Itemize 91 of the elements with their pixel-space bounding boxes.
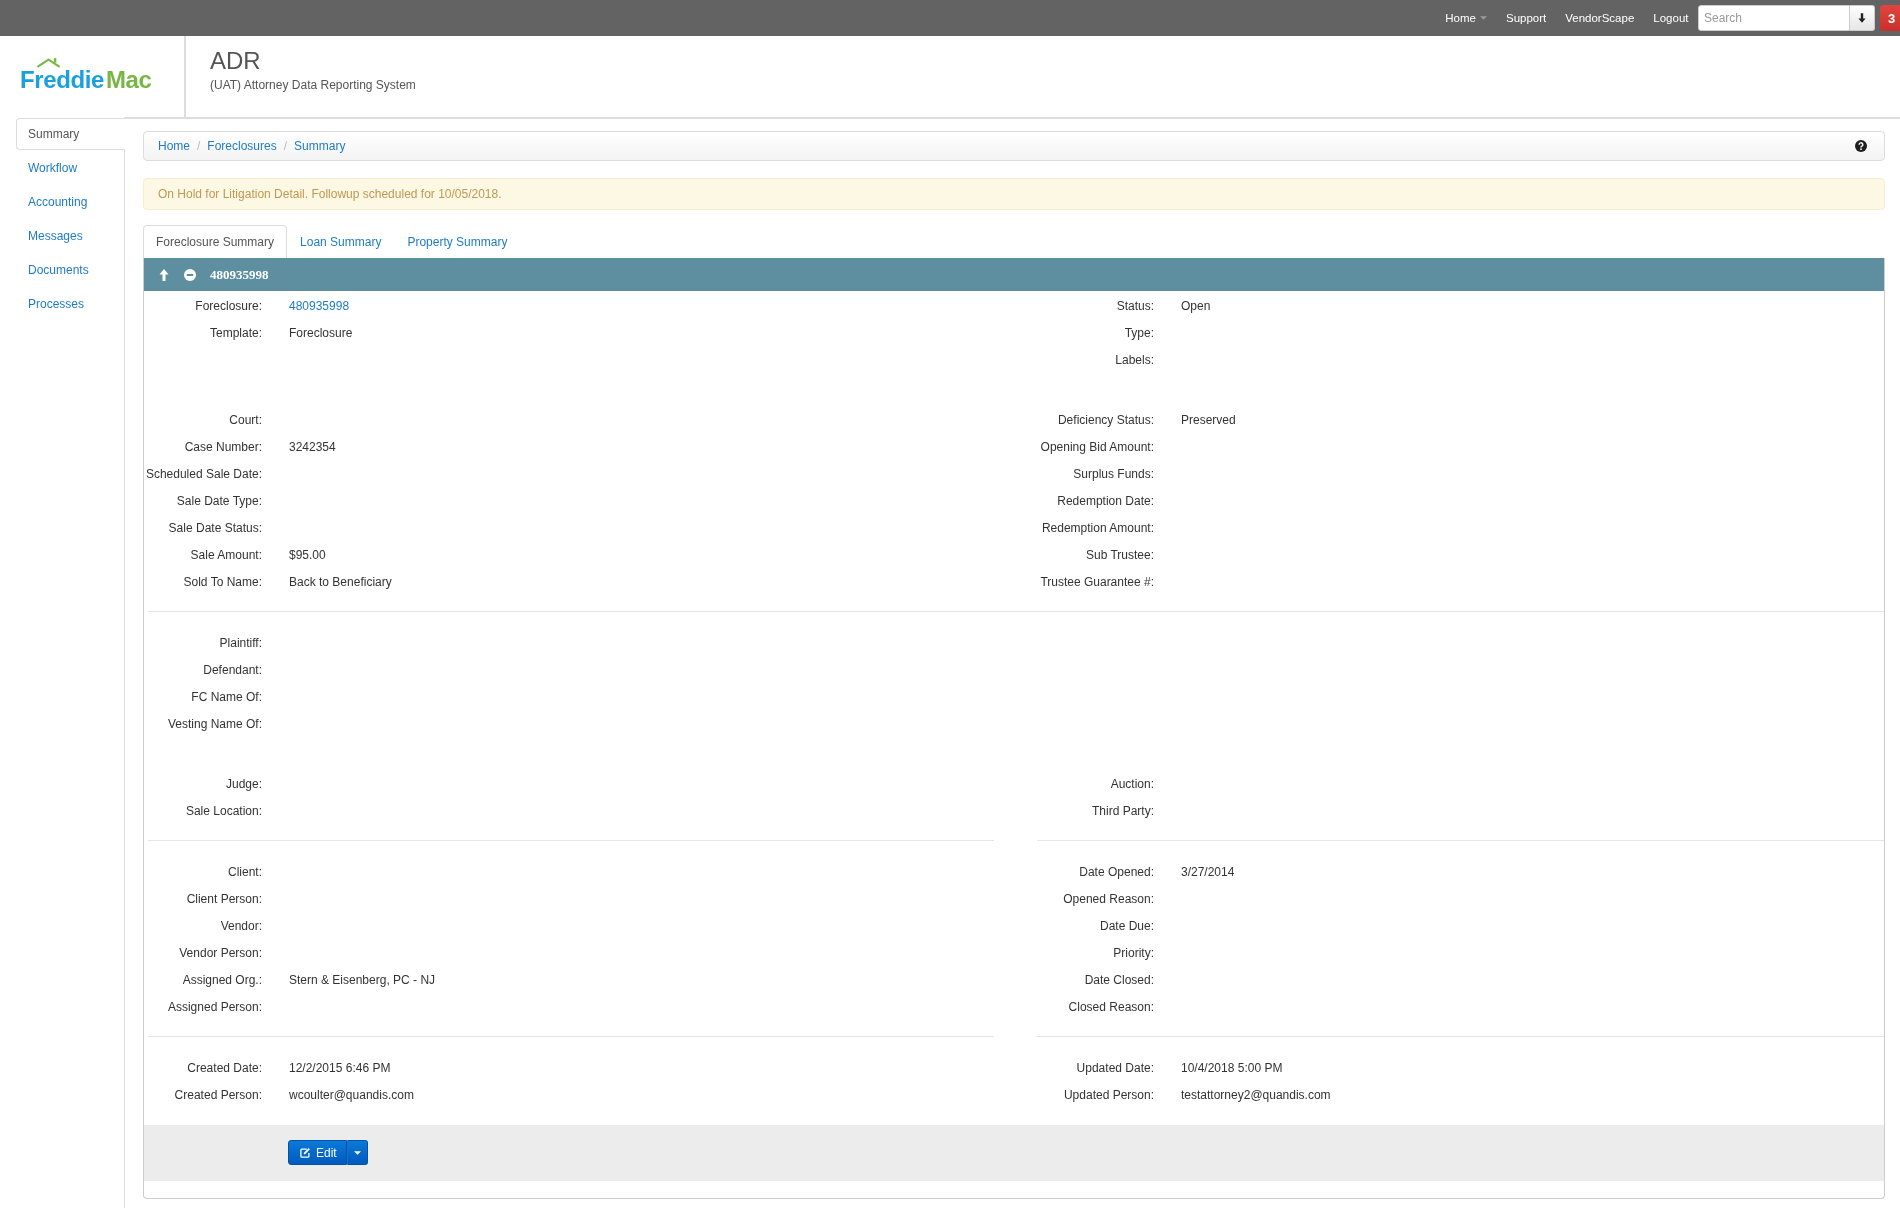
search-field[interactable]: Search xyxy=(1698,5,1850,31)
notification-badge: 3 xyxy=(1880,5,1900,31)
field-label: Sold To Name: xyxy=(183,574,262,589)
field-value: Back to Beneficiary xyxy=(289,574,392,589)
field-label: Vendor: xyxy=(220,918,262,933)
field-label: Court: xyxy=(229,412,262,427)
sidebar-item[interactable]: Messages xyxy=(16,220,125,252)
field-label: Case Number: xyxy=(184,439,262,454)
sidebar-item[interactable]: Summary xyxy=(16,118,125,150)
roof-icon xyxy=(36,57,63,68)
field-value: 3242354 xyxy=(289,439,336,454)
field-label: Status: xyxy=(1116,298,1154,313)
field-label: Foreclosure: xyxy=(195,298,262,313)
field-label: Scheduled Sale Date: xyxy=(145,466,262,481)
field-value: testattorney2@quandis.com xyxy=(1181,1087,1331,1102)
field-label: Updated Person: xyxy=(1063,1087,1154,1102)
field-label: Created Person: xyxy=(174,1087,262,1102)
edit-dropdown-button[interactable] xyxy=(346,1140,368,1165)
sidebar-item[interactable]: Accounting xyxy=(16,186,125,218)
breadcrumb-separator: / xyxy=(197,139,201,153)
field-label: Template: xyxy=(209,325,262,340)
breadcrumb-separator: / xyxy=(283,139,288,153)
sidebar-item[interactable]: Workflow xyxy=(16,152,125,184)
tab[interactable]: Property Summary xyxy=(394,225,521,258)
field-label: Judge: xyxy=(225,776,262,791)
edit-button[interactable]: Edit xyxy=(288,1140,347,1165)
caret-icon xyxy=(353,1150,361,1155)
field-label: Sub Trustee: xyxy=(1085,547,1154,562)
alert-banner: On Hold for Litigation Detail. Followup scheduled for 10/05/2018. xyxy=(143,178,1885,210)
breadcrumb-link[interactable]: Foreclosures xyxy=(207,139,277,153)
field-label: Redemption Amount: xyxy=(1041,520,1154,535)
tab[interactable]: Foreclosure Summary xyxy=(143,225,288,258)
field-label: Created Date: xyxy=(187,1060,262,1075)
field-label: Redemption Date: xyxy=(1057,493,1154,508)
help-icon[interactable] xyxy=(1855,140,1867,152)
field-label: Auction: xyxy=(1110,776,1154,791)
nav-link[interactable]: Support xyxy=(1496,11,1556,25)
field-label: Sale Date Status: xyxy=(168,520,262,535)
page-title: ADR xyxy=(210,47,262,75)
nav-link[interactable]: Logout xyxy=(1643,11,1698,25)
search-dropdown-button[interactable] xyxy=(1850,5,1875,31)
arrow-up-icon[interactable] xyxy=(159,268,169,281)
field-value: $95.00 xyxy=(289,547,326,562)
field-label: Date Opened: xyxy=(1079,864,1154,879)
field-label: Trustee Guarantee #: xyxy=(1040,574,1154,589)
field-value: 3/27/2014 xyxy=(1181,864,1235,879)
sidebar-item[interactable]: Processes xyxy=(16,288,125,320)
field-label: Sale Location: xyxy=(185,803,262,818)
field-label: Priority: xyxy=(1113,945,1154,960)
field-label: Vendor Person: xyxy=(179,945,262,960)
field-label: Client Person: xyxy=(186,891,262,906)
minus-circle-icon[interactable] xyxy=(184,268,196,281)
field-label: Sale Amount: xyxy=(190,547,262,562)
field-label: Plaintiff: xyxy=(219,635,262,650)
field-value: Preserved xyxy=(1181,412,1236,427)
field-label: Sale Date Type: xyxy=(176,493,262,508)
panel-title: 480935998 xyxy=(210,267,269,282)
field-label: Assigned Person: xyxy=(167,999,262,1014)
arrow-down-icon xyxy=(1858,13,1866,23)
page-subtitle: (UAT) Attorney Data Reporting System xyxy=(210,77,416,93)
field-value: 12/2/2015 6:46 PM xyxy=(289,1060,391,1075)
field-link[interactable]: 480935998 xyxy=(289,298,350,313)
field-value: 10/4/2018 5:00 PM xyxy=(1181,1060,1283,1075)
field-value: wcoulter@quandis.com xyxy=(289,1087,414,1102)
sidebar-item[interactable]: Documents xyxy=(16,254,125,286)
field-label: Client: xyxy=(228,864,262,879)
field-label: Date Due: xyxy=(1099,918,1154,933)
nav-link[interactable]: Home xyxy=(1435,11,1497,25)
field-label: Surplus Funds: xyxy=(1073,466,1154,481)
field-value: Open xyxy=(1181,298,1211,313)
logo-wordmark: FreddieMac xyxy=(20,68,152,92)
field-label: Assigned Org.: xyxy=(182,972,262,987)
field-label: Labels: xyxy=(1115,352,1154,367)
field-label: Closed Reason: xyxy=(1068,999,1154,1014)
tab[interactable]: Loan Summary xyxy=(287,225,395,258)
field-label: Deficiency Status: xyxy=(1057,412,1154,427)
field-value: Stern & Eisenberg, PC - NJ xyxy=(289,972,436,987)
field-label: Opening Bid Amount: xyxy=(1040,439,1154,454)
edit-icon xyxy=(300,1147,310,1158)
field-label: Updated Date: xyxy=(1076,1060,1154,1075)
field-label: Opened Reason: xyxy=(1063,891,1154,906)
field-label: Third Party: xyxy=(1092,803,1154,818)
field-label: Vesting Name Of: xyxy=(167,716,262,731)
nav-link[interactable]: VendorScape xyxy=(1555,11,1644,25)
field-label: Date Closed: xyxy=(1084,972,1154,987)
field-label: Defendant: xyxy=(203,662,262,677)
breadcrumb-link[interactable]: Home xyxy=(158,139,190,153)
breadcrumb-link[interactable]: Summary xyxy=(294,139,346,153)
field-value: Foreclosure xyxy=(289,325,353,340)
field-label: FC Name Of: xyxy=(191,689,262,704)
field-label: Type: xyxy=(1124,325,1154,340)
